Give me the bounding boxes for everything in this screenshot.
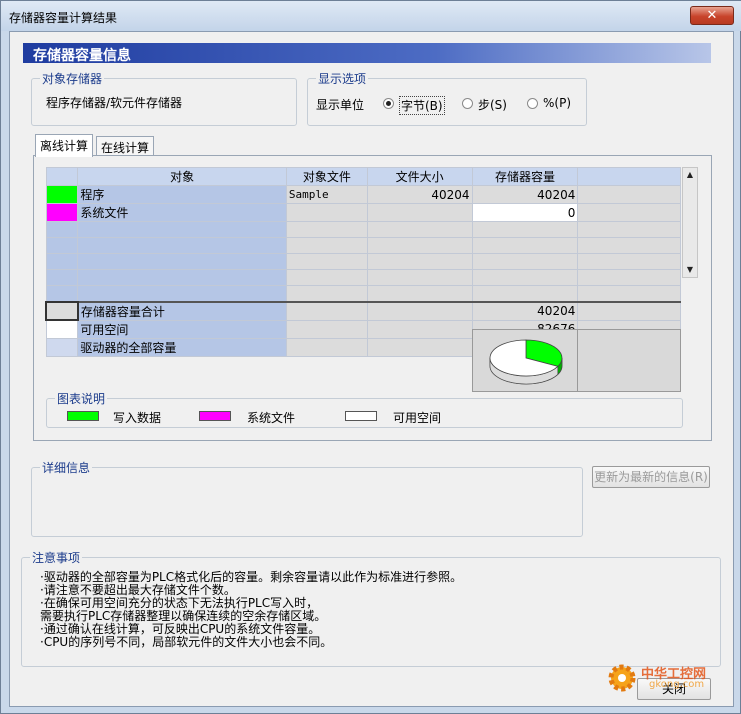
pie-chart-filler <box>578 329 681 392</box>
header-capacity[interactable]: 存储器容量 <box>471 167 579 186</box>
target-memory-value: 程序存储器/软元件存储器 <box>46 96 183 110</box>
row-file <box>285 203 368 222</box>
section-header-title: 存储器容量信息 <box>33 48 131 64</box>
summary-label: 驱动器的全部容量 <box>77 337 287 357</box>
radio-percent-label[interactable]: %(P) <box>543 96 571 110</box>
legend-label-free: 可用空间 <box>393 411 442 425</box>
radio-bytes-label[interactable]: 字节(B) <box>399 96 445 115</box>
header-color <box>45 167 79 186</box>
legend-label-written: 写入数据 <box>113 411 162 425</box>
note-line: ·CPU的序列号不同，局部软元件的文件大小也会不同。 <box>40 635 333 649</box>
table-row-empty <box>45 221 681 238</box>
chart-legend-group: 图表说明 写入数据 系统文件 可用空间 <box>46 390 683 428</box>
row-object: 系统文件 <box>77 203 287 222</box>
window-title: 存储器容量计算结果 <box>9 11 118 25</box>
summary-swatch <box>45 337 79 357</box>
row-capacity: 40204 <box>471 185 579 204</box>
notes-list: ·驱动器的全部容量为PLC格式化后的容量。剩余容量请以此作为标准进行参照。 ·请… <box>40 571 462 649</box>
legend-swatch-system <box>199 411 231 421</box>
notes-group: 注意事项 ·驱动器的全部容量为PLC格式化后的容量。剩余容量请以此作为标准进行参… <box>21 549 721 667</box>
notes-legend: 注意事项 <box>30 549 83 566</box>
watermark-logo: 中华工控网 gkong.com <box>605 657 717 705</box>
target-memory-group: 对象存储器 程序存储器/软元件存储器 <box>31 70 297 126</box>
section-header: 存储器容量信息 <box>23 43 711 64</box>
table-scrollbar[interactable]: ▲ ▼ <box>682 167 698 278</box>
tab-online[interactable]: 在线计算 <box>96 136 155 157</box>
header-object[interactable]: 对象 <box>77 167 287 186</box>
table-header-row: 对象 对象文件 文件大小 存储器容量 <box>45 167 681 186</box>
pie-chart <box>489 339 563 385</box>
header-size[interactable]: 文件大小 <box>366 167 473 186</box>
summary-value: 40204 <box>471 301 579 321</box>
table-row-empty <box>45 269 681 286</box>
refresh-info-button[interactable]: 更新为最新的信息(R) <box>592 466 710 488</box>
table-row[interactable]: 程序 Sample 40204 40204 <box>45 185 681 204</box>
tab-offline[interactable]: 离线计算 <box>35 134 94 157</box>
display-options-legend: 显示选项 <box>316 70 369 87</box>
table-row-empty <box>45 237 681 254</box>
summary-swatch <box>45 319 79 339</box>
row-color-swatch <box>45 185 79 204</box>
summary-label: 存储器容量合计 <box>77 301 287 321</box>
table-row[interactable]: 系统文件 0 <box>45 203 681 222</box>
radio-steps[interactable] <box>462 98 473 109</box>
row-capacity[interactable]: 0 <box>471 203 579 222</box>
title-bar[interactable]: 存储器容量计算结果 ✕ <box>1 1 741 31</box>
table-row-empty <box>45 253 681 270</box>
scroll-down-icon[interactable]: ▼ <box>683 263 697 277</box>
scroll-up-icon[interactable]: ▲ <box>683 168 697 182</box>
pie-chart-box <box>472 329 578 392</box>
row-size <box>366 203 473 222</box>
row-color-swatch <box>45 203 79 222</box>
gear-icon <box>608 664 636 692</box>
watermark-url: gkong.com <box>649 679 705 690</box>
target-memory-legend: 对象存储器 <box>40 70 105 87</box>
row-file: Sample <box>285 185 368 204</box>
display-options-group: 显示选项 显示单位 字节(B) 步(S) %(P) <box>307 70 587 126</box>
header-file[interactable]: 对象文件 <box>285 167 368 186</box>
table-row-empty <box>45 285 681 302</box>
row-size: 40204 <box>366 185 473 204</box>
chart-legend-title: 图表说明 <box>55 390 108 407</box>
row-filler <box>577 203 681 222</box>
row-filler <box>577 185 681 204</box>
details-legend: 详细信息 <box>40 459 93 476</box>
header-empty <box>577 167 681 186</box>
radio-bytes[interactable] <box>383 98 394 109</box>
display-unit-label: 显示单位 <box>316 98 365 112</box>
close-window-button[interactable]: ✕ <box>690 6 734 25</box>
row-object: 程序 <box>77 185 287 204</box>
legend-swatch-written <box>67 411 99 421</box>
legend-swatch-free <box>345 411 377 421</box>
summary-label: 可用空间 <box>77 319 287 339</box>
summary-row: 存储器容量合计 40204 <box>45 300 681 321</box>
details-group: 详细信息 <box>31 459 583 537</box>
dialog-window: 存储器容量计算结果 ✕ 存储器容量信息 对象存储器 程序存储器/软元件存储器 显… <box>0 0 741 714</box>
legend-label-system: 系统文件 <box>247 411 296 425</box>
summary-swatch <box>45 300 79 321</box>
radio-percent[interactable] <box>527 98 538 109</box>
radio-steps-label[interactable]: 步(S) <box>478 96 507 113</box>
